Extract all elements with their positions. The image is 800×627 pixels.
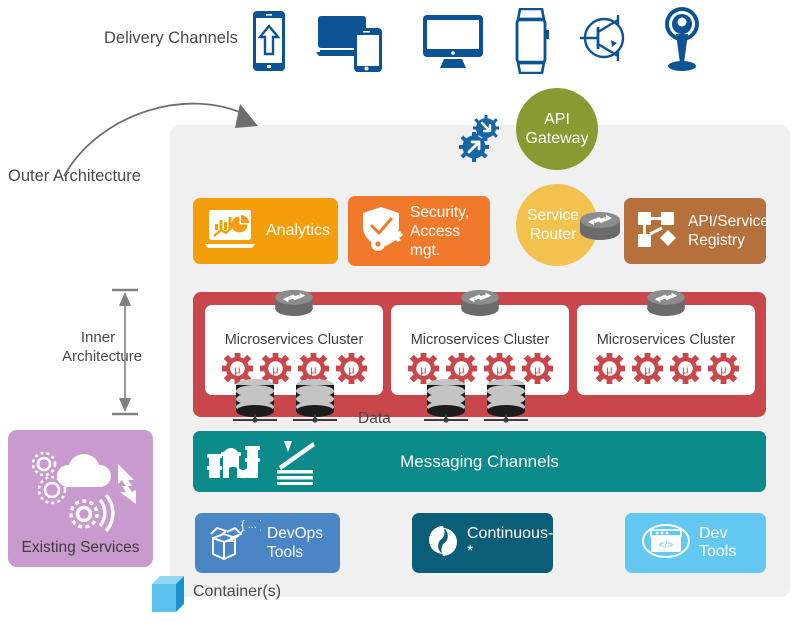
svg-text:μ: μ — [310, 364, 316, 376]
desktop-monitor-icon — [422, 14, 484, 73]
smartphone-icon — [252, 10, 286, 77]
microservice-gear-icon: μ — [593, 353, 625, 389]
svg-text:μ: μ — [348, 364, 354, 376]
security-line2: Access mgt. — [410, 222, 460, 259]
cluster-router-icon — [458, 288, 502, 323]
security-access-box[interactable]: Security, Access mgt. — [348, 196, 490, 266]
microservice-gear-icon: μ — [631, 353, 663, 389]
continuous-cycle-icon — [428, 524, 458, 563]
registry-line1: API/Service — [688, 213, 769, 230]
registry-label: API/Service Registry — [688, 212, 769, 250]
api-gateway-node[interactable]: API Gateway — [516, 88, 598, 170]
iot-transistor-icon — [578, 13, 630, 68]
messaging-channels-label: Messaging Channels — [400, 451, 559, 471]
cluster-services-row: μ μ μ μ — [577, 353, 755, 389]
registry-nodes-icon — [636, 208, 680, 255]
inner-architecture-arrow — [110, 288, 140, 421]
svg-text:μ: μ — [420, 364, 426, 376]
devops-line2: Tools — [267, 544, 304, 561]
dev-tools-box[interactable]: </> Dev Tools — [625, 513, 766, 573]
svg-text:μ: μ — [682, 364, 688, 376]
dev-tools-label: Dev Tools — [699, 525, 737, 560]
svg-text:μ: μ — [496, 364, 502, 376]
laptop-phone-icon — [316, 10, 386, 77]
svg-text:μ: μ — [606, 364, 612, 376]
delivery-channels-label: Delivery Channels — [104, 29, 238, 47]
service-router-line1: Service — [527, 207, 579, 224]
api-gateway-line2: Gateway — [525, 130, 589, 147]
svg-text:μ: μ — [458, 364, 464, 376]
existing-services-box[interactable]: Existing Services — [8, 430, 153, 567]
shield-key-icon — [360, 205, 404, 258]
continuous-box[interactable]: Continuous-* — [412, 513, 553, 573]
cluster-router-icon — [272, 288, 316, 323]
security-access-label: Security, Access mgt. — [410, 203, 490, 260]
svg-text:μ: μ — [644, 364, 650, 376]
smartwatch-icon — [510, 7, 552, 79]
analytics-label: Analytics — [266, 222, 331, 239]
messaging-channels-bar[interactable]: Messaging Channels — [193, 431, 766, 492]
continuous-label: Continuous-* — [467, 525, 554, 560]
svg-text:</>: </> — [659, 540, 674, 551]
outer-architecture-arrow — [60, 88, 270, 185]
devops-tools-box[interactable]: { ... } DevOps Tools — [195, 513, 340, 573]
svg-text:μ: μ — [272, 364, 278, 376]
container-legend-label: Container(s) — [193, 583, 282, 600]
beacon-pin-icon — [660, 6, 704, 77]
microservice-gear-icon: μ — [707, 353, 739, 389]
cluster-title: Microservices Cluster — [224, 332, 364, 348]
cluster-title: Microservices Cluster — [596, 332, 736, 348]
service-router-line2: Router — [529, 226, 577, 243]
svg-text:μ: μ — [534, 364, 540, 376]
analytics-box[interactable]: Analytics — [193, 198, 338, 264]
microservice-gear-icon: μ — [669, 353, 701, 389]
existing-services-icons — [18, 442, 146, 545]
cluster-router-icon — [644, 288, 688, 323]
devops-line1: DevOps — [267, 525, 323, 542]
api-service-registry-box[interactable]: API/Service Registry — [624, 198, 769, 264]
devops-tools-label: DevOps Tools — [267, 524, 323, 562]
gateway-gear-out-icon — [459, 132, 489, 167]
open-box-icon: { ... } — [203, 516, 264, 571]
analytics-laptop-icon — [203, 208, 257, 255]
security-line1: Security, — [410, 203, 470, 221]
svg-text:{ ... }: { ... } — [241, 519, 261, 531]
registry-line2: Registry — [688, 232, 745, 249]
api-gateway-line1: API — [544, 111, 570, 128]
existing-services-label: Existing Services — [21, 539, 140, 556]
container-cube-icon — [150, 574, 190, 621]
data-label: Data — [358, 410, 391, 427]
svg-text:μ: μ — [234, 364, 240, 376]
code-browser-icon: </> — [641, 521, 691, 566]
microservices-cluster-3[interactable]: Microservices Cluster μ μ μ μ — [577, 289, 755, 395]
router-icon — [578, 210, 622, 247]
svg-text:μ: μ — [720, 364, 726, 376]
cluster-title: Microservices Cluster — [410, 332, 550, 348]
